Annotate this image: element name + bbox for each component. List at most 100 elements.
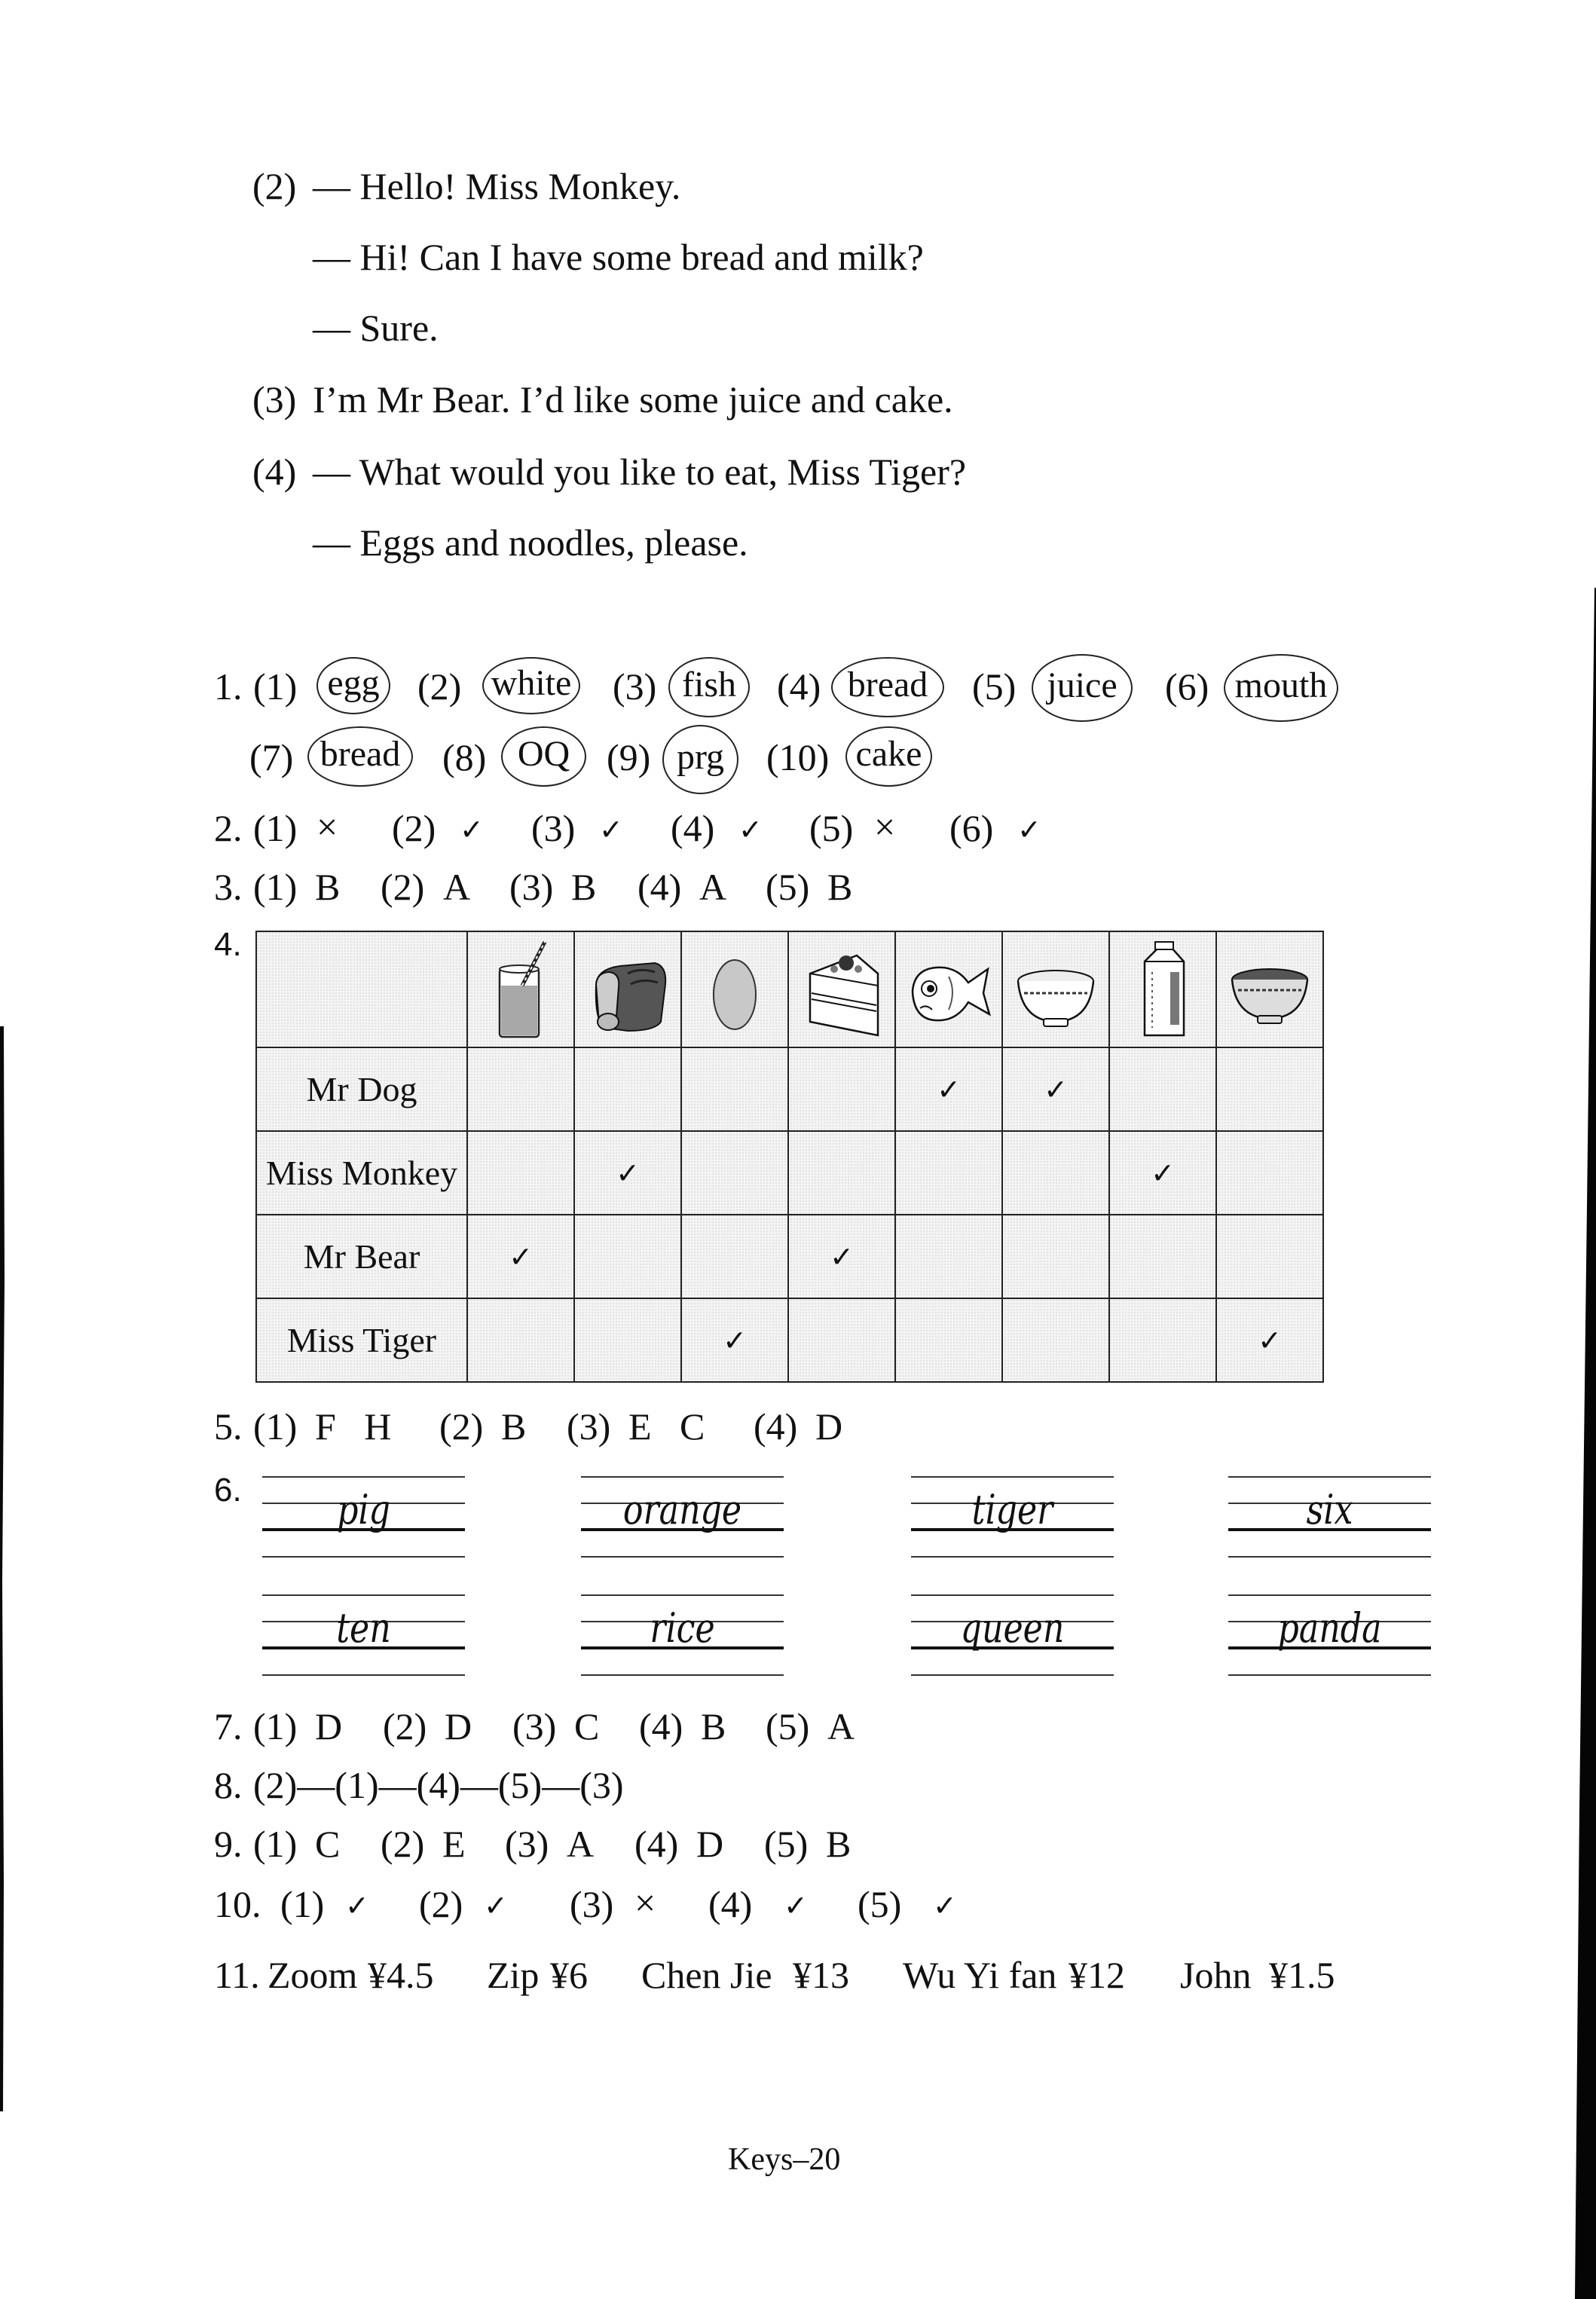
circled-answer: bread [831, 657, 944, 717]
item-number: (1) [253, 1823, 298, 1865]
check-cell [680, 1130, 789, 1215]
table-row: Mr Dog ✓ ✓ [255, 1047, 1324, 1132]
check-mark: ✓ [599, 813, 623, 846]
check-cell: ✓ [787, 1214, 896, 1299]
handwriting-block: orange [581, 1476, 784, 1558]
noodles-icon [1231, 968, 1309, 1024]
answer: D [815, 1405, 843, 1448]
check-cell [1108, 1047, 1217, 1132]
item-number: (10) [766, 736, 830, 778]
item-number: (1) [253, 1705, 298, 1747]
question-number: 6. [214, 1472, 242, 1509]
dialogue-line: — Sure. [313, 307, 439, 349]
check-mark: ✓ [723, 1323, 747, 1357]
check-mark: ✓ [460, 813, 484, 846]
item-number: (2) [392, 807, 436, 849]
writing-guide-line [581, 1476, 784, 1478]
check-cell [466, 1130, 575, 1215]
item-number: (6) [1165, 665, 1209, 708]
item-number: (2) [381, 866, 425, 908]
item-number: (4) [708, 1883, 753, 1925]
handwritten-word: orange [622, 1486, 742, 1533]
dialogue-line: — Hello! Miss Monkey. [313, 165, 681, 207]
item-number: (5) [766, 866, 810, 908]
item-number: (3) [531, 807, 576, 849]
check-cell [1108, 1298, 1217, 1383]
item-number: (1) [253, 665, 298, 708]
header-corner-cell [255, 931, 468, 1048]
price-amount: ¥12 [1069, 1954, 1125, 1996]
check-cell [894, 1298, 1003, 1383]
person-name-cell: Mr Bear [255, 1214, 468, 1299]
check-cell: ✓ [1108, 1130, 1217, 1215]
price-name: Chen Jie [641, 1954, 772, 1996]
handwritten-word: six [1306, 1486, 1353, 1533]
answer: E C [628, 1405, 705, 1448]
item-number: (2) [381, 1823, 425, 1865]
handwritten-word: ten [336, 1604, 391, 1652]
check-cell: ✓ [1215, 1298, 1324, 1383]
food-header-rice [1001, 931, 1110, 1048]
item-number: (3) [613, 665, 657, 708]
writing-guide-line [1228, 1556, 1431, 1558]
food-header-milk [1108, 931, 1217, 1048]
handwriting-block: queen [911, 1594, 1114, 1676]
check-mark: ✓ [1017, 813, 1041, 846]
item-number: (4) [634, 1823, 679, 1865]
question-number: 4. [214, 926, 242, 963]
table-row: Miss Tiger ✓ ✓ [255, 1298, 1324, 1383]
answer: B [315, 866, 341, 908]
handwritten-word: tiger [971, 1486, 1053, 1533]
dialogue-line: — Eggs and noodles, please. [313, 521, 748, 564]
check-mark: ✓ [738, 813, 763, 846]
item-number: (4) [754, 1405, 798, 1448]
item-number: (5) [809, 807, 854, 849]
item-number: (4) [639, 1705, 683, 1747]
check-cell: ✓ [680, 1298, 789, 1383]
handwriting-block: panda [1228, 1594, 1431, 1676]
check-cell [573, 1214, 682, 1299]
person-name-cell: Miss Monkey [255, 1130, 468, 1215]
writing-guide-line [1228, 1594, 1431, 1596]
handwriting-block: rice [581, 1594, 784, 1676]
question-number: 11. [214, 1954, 260, 1996]
check-cell [787, 1047, 896, 1132]
handwriting-block: pig [262, 1476, 465, 1558]
handwritten-word: panda [1277, 1604, 1382, 1652]
check-cell [466, 1047, 575, 1132]
item-number: (8) [442, 736, 487, 778]
check-mark: ✓ [784, 1889, 808, 1922]
answer: B [701, 1705, 726, 1747]
sequence-answer: (2)—(1)—(4)—(5)—(3) [253, 1764, 624, 1806]
dialogue-num: (3) [252, 378, 297, 420]
check-cell [1001, 1298, 1110, 1383]
item-number: (5) [972, 665, 1017, 708]
check-mark: ✓ [830, 1240, 854, 1273]
writing-guide-line [262, 1594, 465, 1596]
item-number: (5) [858, 1883, 902, 1925]
question-number: 2. [214, 807, 243, 849]
writing-guide-line [581, 1674, 784, 1676]
check-cell: ✓ [1001, 1047, 1110, 1132]
fish-icon [911, 966, 992, 1021]
price-amount: ¥6 [550, 1954, 588, 1996]
answer: A [699, 866, 727, 908]
circled-answer: fish [668, 657, 750, 717]
food-header-noodles [1215, 931, 1324, 1048]
check-mark: ✓ [1258, 1323, 1282, 1357]
writing-guide-line [1228, 1476, 1431, 1478]
answer: B [826, 1823, 852, 1865]
handwriting-block: ten [262, 1594, 465, 1676]
check-mark: ✓ [933, 1889, 957, 1922]
rice-icon [1017, 969, 1095, 1027]
cross-mark: × [874, 806, 896, 848]
check-cell [787, 1298, 896, 1383]
check-mark: ✓ [1151, 1156, 1175, 1190]
price-name: Zip [487, 1954, 540, 1996]
item-number: (5) [766, 1705, 810, 1747]
writing-guide-line [262, 1556, 465, 1558]
check-cell [894, 1130, 1003, 1215]
check-cell: ✓ [466, 1214, 575, 1299]
handwritten-word: queen [960, 1604, 1065, 1652]
bread-icon [595, 961, 667, 1032]
